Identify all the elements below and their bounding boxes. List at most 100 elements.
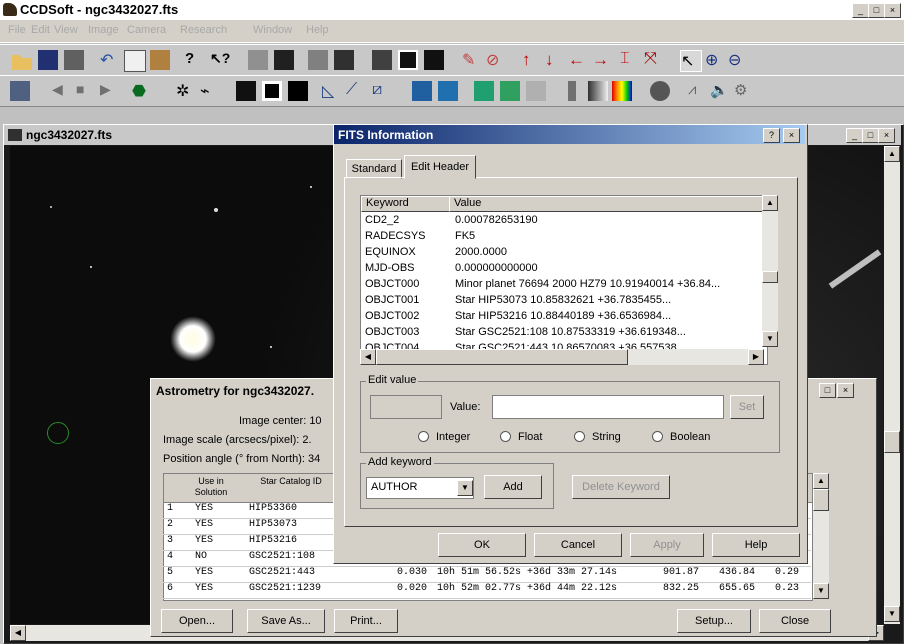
list-item[interactable]: OBJCT001 Star HIP53073 10.85832621 +36.78… — [361, 294, 761, 309]
undo-icon[interactable]: ↶ — [100, 50, 120, 70]
context-help-icon[interactable]: ↖? — [210, 50, 230, 70]
edit-keyword-field[interactable] — [370, 395, 442, 419]
close-button[interactable]: × — [884, 3, 901, 18]
help-icon[interactable]: ? — [185, 50, 205, 70]
open-button[interactable]: Open... — [161, 609, 233, 633]
layers-icon-1[interactable] — [412, 81, 432, 101]
image-vscroll[interactable]: ▲ ▼ — [884, 146, 900, 624]
tab-standard[interactable]: Standard — [346, 159, 402, 179]
list-item[interactable]: OBJCT002 Star HIP53216 10.88440189 +36.65… — [361, 310, 761, 325]
sun-icon[interactable]: ✲ — [176, 81, 196, 101]
color-palette-icon[interactable] — [612, 81, 632, 101]
image-tool-icon-6[interactable] — [398, 50, 418, 70]
layers-icon-5[interactable] — [526, 81, 546, 101]
expand-icon[interactable]: ⤧ — [644, 50, 664, 70]
boolean-radio[interactable] — [652, 431, 663, 442]
image-tool-icon-1[interactable] — [248, 50, 268, 70]
image-tool-icon-2[interactable] — [274, 50, 294, 70]
maximize-button[interactable]: □ — [868, 3, 885, 18]
graph-icon-1[interactable]: ◺ — [322, 81, 342, 101]
pointer-icon[interactable]: ↖ — [680, 50, 702, 72]
layers-icon-3[interactable] — [474, 81, 494, 101]
menu-edit[interactable]: Edit — [31, 24, 50, 36]
grid-scroll-down-arrow[interactable]: ▼ — [813, 583, 829, 599]
chevron-down-icon[interactable]: ▼ — [457, 480, 473, 496]
keyword-col-header[interactable]: Keyword — [361, 196, 453, 212]
pencil-icon[interactable]: ✎ — [462, 50, 482, 70]
close-astrometry-button[interactable]: Close — [759, 609, 831, 633]
value-input[interactable] — [492, 395, 724, 419]
menu-view[interactable]: View — [54, 24, 78, 36]
open-folder-icon[interactable] — [12, 55, 32, 70]
grid-scroll-up-arrow[interactable]: ▲ — [813, 473, 829, 489]
list-scroll-right-arrow[interactable]: ▶ — [748, 349, 764, 365]
eraser-icon[interactable]: ⊘ — [486, 50, 506, 70]
signal-icon[interactable]: ⩘ — [688, 81, 708, 101]
table-row[interactable]: 6 YES GSC2521:1239 0.020 10h 52m 02.77s +36… — [163, 582, 811, 599]
arrow-down-icon[interactable]: ↓ — [545, 50, 565, 70]
add-button[interactable]: Add — [484, 475, 542, 499]
list-scroll-left-arrow[interactable]: ◀ — [360, 349, 376, 365]
list-scroll-down-arrow[interactable]: ▼ — [762, 331, 778, 347]
rewind-icon[interactable]: ◀ — [52, 81, 72, 101]
circle-icon[interactable] — [650, 81, 670, 101]
save-as-button[interactable]: Save As... — [247, 609, 325, 633]
grid-scroll-thumb[interactable] — [813, 489, 829, 511]
copy-icon[interactable] — [124, 50, 146, 72]
play-icon[interactable]: ▶ — [100, 81, 120, 101]
list-item[interactable]: CD2_2 0.000782653190 — [361, 214, 761, 229]
graph-icon-2[interactable]: ⟋ — [346, 81, 366, 101]
sound-icon[interactable]: 🔈 — [710, 81, 730, 101]
float-radio[interactable] — [500, 431, 511, 442]
bar-icon-1[interactable] — [568, 81, 576, 101]
list-item[interactable]: RADECSYS FK5 — [361, 230, 761, 245]
stop-icon[interactable]: ■ — [76, 81, 96, 101]
setup-button[interactable]: Setup... — [677, 609, 751, 633]
fits-close-button[interactable]: × — [783, 128, 800, 143]
save-icon[interactable] — [38, 50, 58, 70]
image-view-icon-1[interactable] — [236, 81, 256, 101]
brush-icon[interactable]: ⌁ — [200, 81, 220, 101]
astrometry-close-button[interactable]: × — [837, 383, 854, 398]
image-tool-icon-4[interactable] — [334, 50, 354, 70]
keyword-list[interactable]: Keyword Value CD2_2 0.000782653190 RADECS… — [360, 195, 768, 365]
zoom-fit-icon[interactable]: ⌶ — [620, 50, 640, 70]
image-view-icon-3[interactable] — [288, 81, 308, 101]
arrow-right-icon[interactable]: → — [592, 50, 612, 70]
list-scroll-up-arrow[interactable]: ▲ — [762, 195, 778, 211]
list-item[interactable]: OBJCT000 Minor planet 76694 2000 HZ79 10.… — [361, 278, 761, 293]
table-row[interactable]: 5 YES GSC2521:443 0.030 10h 51m 56.52s +36d… — [163, 566, 811, 583]
integer-radio[interactable] — [418, 431, 429, 442]
list-item[interactable]: OBJCT003 Star GSC2521:108 10.87533319 +36… — [361, 326, 761, 341]
print-icon[interactable] — [64, 50, 84, 70]
zoom-out-icon[interactable]: ⊖ — [728, 50, 748, 70]
menu-image[interactable]: Image — [88, 24, 119, 36]
arrow-up-icon[interactable]: ↑ — [522, 50, 542, 70]
scroll-thumb[interactable] — [884, 431, 900, 453]
image-tool-icon-7[interactable] — [424, 50, 444, 70]
list-item[interactable]: MJD-OBS 0.000000000000 — [361, 262, 761, 277]
menu-camera[interactable]: Camera — [127, 24, 166, 36]
grid-icon[interactable] — [10, 81, 30, 101]
menu-window[interactable]: Window — [253, 24, 292, 36]
keyword-list-hscroll[interactable]: ◀ ▶ — [360, 349, 764, 365]
arrow-left-icon[interactable]: ← — [568, 50, 588, 70]
fits-help-button[interactable]: ? — [763, 128, 780, 143]
image-tool-icon-5[interactable] — [372, 50, 392, 70]
scroll-left-arrow[interactable]: ◀ — [10, 625, 26, 641]
image-close-button[interactable]: × — [878, 128, 895, 143]
paste-icon[interactable] — [150, 50, 170, 70]
image-minimize-button[interactable]: _ — [846, 128, 863, 143]
keyword-list-vscroll[interactable]: ▲ ▼ — [762, 195, 778, 347]
tools-icon[interactable]: ⚙ — [734, 81, 754, 101]
image-tool-icon-3[interactable] — [308, 50, 328, 70]
graph-icon-3[interactable]: ⧄ — [372, 81, 392, 101]
list-item[interactable]: EQUINOX 2000.0000 — [361, 246, 761, 261]
astrometry-grid-vscroll[interactable]: ▲ ▼ — [813, 473, 829, 599]
menu-help[interactable]: Help — [306, 24, 329, 36]
delete-keyword-button[interactable]: Delete Keyword — [572, 475, 670, 499]
help-button[interactable]: Help — [712, 533, 800, 557]
scroll-up-arrow[interactable]: ▲ — [884, 146, 900, 162]
print-button[interactable]: Print... — [334, 609, 398, 633]
layers-icon-2[interactable] — [438, 81, 458, 101]
